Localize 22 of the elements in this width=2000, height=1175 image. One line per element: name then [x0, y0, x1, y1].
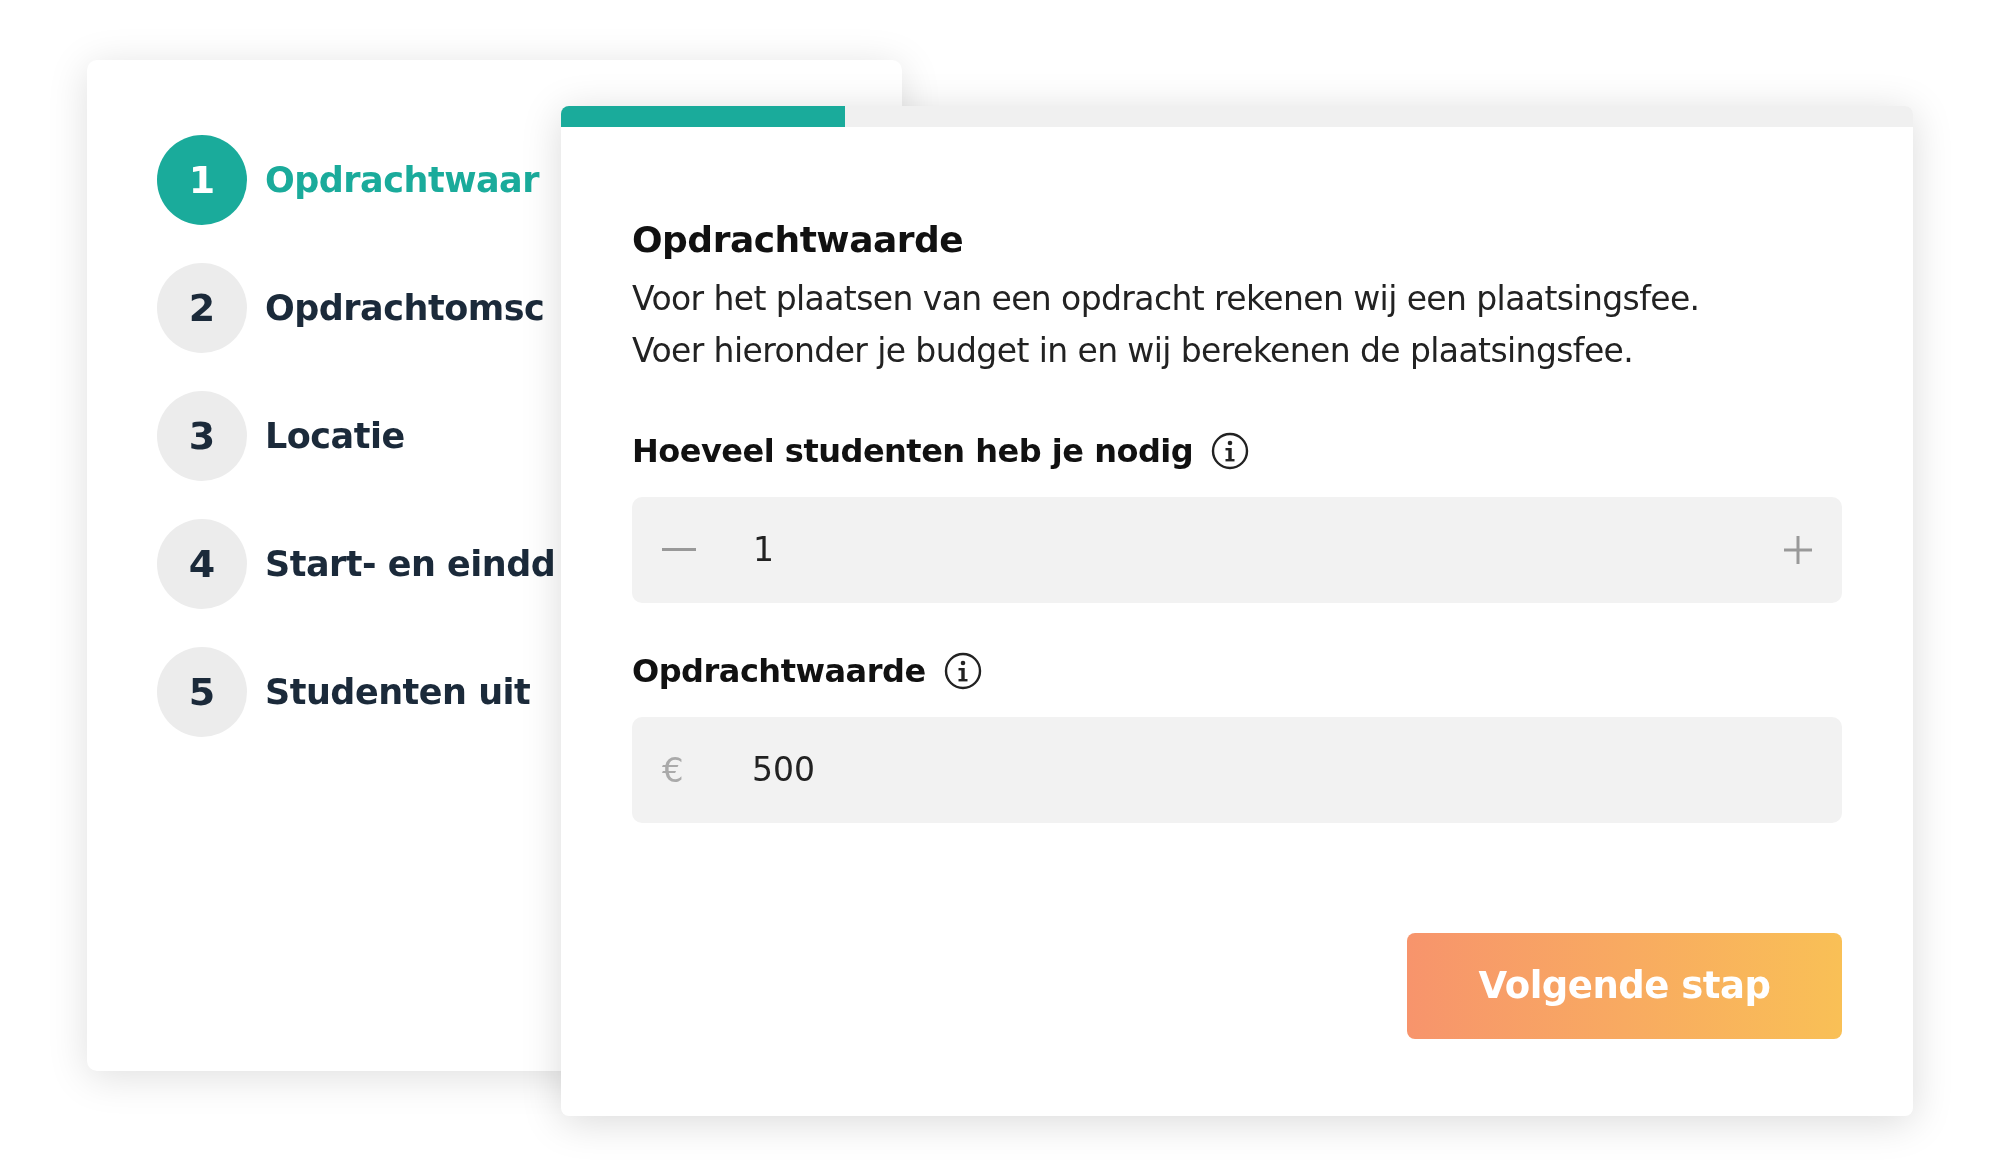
minus-icon[interactable]	[662, 548, 696, 552]
plus-icon[interactable]	[1784, 536, 1812, 564]
field-label: Opdrachtwaarde	[632, 651, 926, 692]
step-number[interactable]: 5	[157, 647, 247, 737]
step-label[interactable]: Opdrachtomsc	[265, 281, 545, 335]
step-number[interactable]: 2	[157, 263, 247, 353]
step-label[interactable]: Start- en eindd	[265, 537, 556, 591]
currency-symbol: €	[662, 748, 685, 792]
description-text: Voer hieronder je budget in en wij berekenen de plaatsingsfee.	[632, 330, 1635, 372]
currency-field[interactable]: € 500	[632, 717, 1842, 823]
step-label[interactable]: Locatie	[265, 409, 405, 463]
step-number[interactable]: 3	[157, 391, 247, 481]
field-label: Hoeveel studenten heb je nodig	[632, 431, 1194, 472]
description-text: Voor het plaatsen van een opdracht rekenen wij een plaatsingsfee.	[632, 278, 1701, 320]
step-number[interactable]: 4	[157, 519, 247, 609]
step-label[interactable]: Studenten uit	[265, 665, 531, 719]
info-icon[interactable]	[1211, 432, 1250, 470]
stepper-value: 1	[753, 529, 775, 572]
field-value: 500	[752, 749, 815, 792]
form-title: Opdrachtwaarde	[632, 218, 965, 262]
number-stepper[interactable]: 1	[632, 497, 1842, 603]
info-icon[interactable]	[943, 652, 982, 690]
